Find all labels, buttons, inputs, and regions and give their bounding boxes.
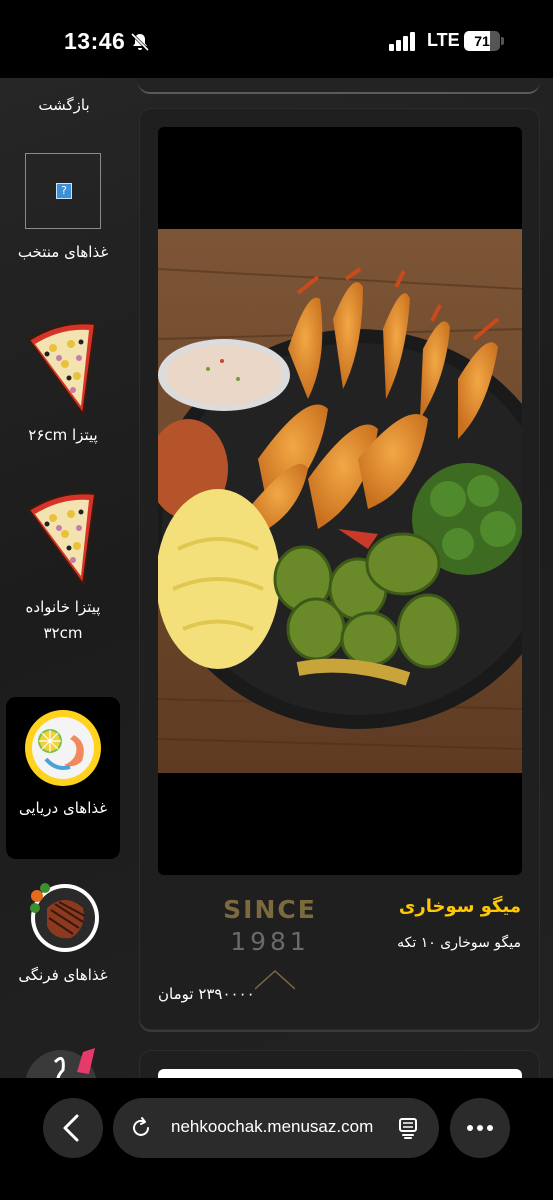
signal-icon	[389, 32, 415, 51]
pizza-slice-icon	[27, 322, 97, 417]
image-placeholder-icon: ?	[25, 153, 101, 229]
product-photo-frame	[158, 127, 522, 875]
next-product-photo	[158, 1069, 522, 1078]
more-options-button[interactable]	[450, 1098, 510, 1158]
bell-muted-icon	[130, 32, 150, 52]
product-description: میگو سوخاری ۱۰ تکه	[397, 935, 521, 951]
fried-shrimp-plate-photo	[158, 229, 522, 773]
chevron-up-icon	[255, 969, 295, 990]
category-label: غذاهای منتخب	[17, 243, 109, 261]
status-bar: 13:46 LTE 71	[0, 0, 553, 80]
category-label: پیتزا خانواده ۳۲cm	[25, 598, 101, 642]
pizza-slice-icon	[27, 492, 97, 587]
category-selected-foods[interactable]: ? غذاهای منتخب	[6, 153, 120, 265]
back-link[interactable]: بازگشت	[0, 96, 128, 114]
since-badge: SINCE	[223, 895, 317, 924]
reload-icon[interactable]	[129, 1116, 153, 1140]
category-pizza-26[interactable]: پیتزا ۲۶cm	[6, 318, 120, 448]
back-button[interactable]	[43, 1098, 103, 1158]
category-seafood[interactable]: غذاهای دریایی	[6, 697, 120, 859]
network-label: LTE	[427, 30, 460, 50]
category-label: پیتزا ۲۶cm	[28, 426, 98, 444]
menu-content: بازگشت ? غذاهای منتخب پیتزا ۲۶cm پیتزا خ…	[0, 78, 553, 1078]
category-pizza-family-32[interactable]: پیتزا خانواده ۳۲cm	[6, 488, 120, 646]
drinks-icon	[25, 1048, 97, 1078]
category-label: غذاهای فرنگی	[18, 966, 108, 984]
category-label: غذاهای دریایی	[18, 799, 108, 817]
browser-toolbar: nehkoochak.menusaz.com	[0, 1078, 553, 1200]
battery-level: 71	[474, 33, 490, 49]
status-time: 13:46	[64, 28, 126, 54]
category-drinks[interactable]	[6, 1048, 120, 1078]
chevron-left-icon	[63, 1114, 79, 1142]
next-product-card[interactable]	[139, 1050, 540, 1078]
battery-icon: 71	[464, 31, 504, 51]
address-bar[interactable]: nehkoochak.menusaz.com	[113, 1098, 439, 1158]
product-price: ۲۳۹۰۰۰۰ تومان	[158, 985, 255, 1003]
seafood-icon	[25, 710, 101, 786]
more-dots-icon	[467, 1125, 493, 1131]
url-text: nehkoochak.menusaz.com	[171, 1117, 374, 1136]
product-name: میگو سوخاری	[398, 896, 521, 917]
category-western-food[interactable]: غذاهای فرنگی	[6, 878, 120, 988]
since-year: 1981	[230, 927, 310, 956]
steak-icon	[30, 883, 99, 952]
reader-mode-icon[interactable]	[397, 1116, 421, 1140]
previous-card-edge	[138, 78, 540, 94]
product-card[interactable]: SINCE 1981 میگو سوخاری میگو سوخاری ۱۰ تک…	[139, 108, 540, 1030]
